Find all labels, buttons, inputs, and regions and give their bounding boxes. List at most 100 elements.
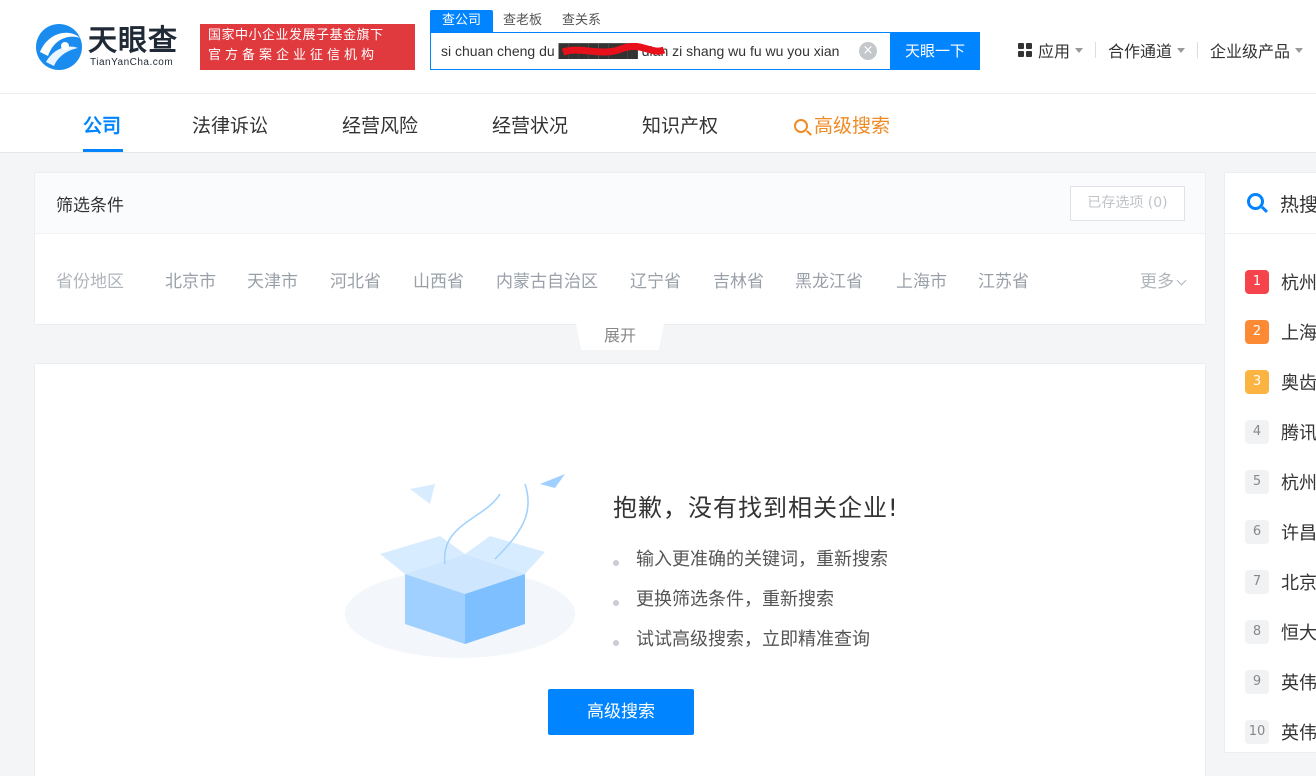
rank-badge: 1 — [1245, 270, 1269, 294]
filter-header: 筛选条件 已存选项 (0) — [35, 173, 1205, 234]
region-label: 省份地区 — [56, 272, 124, 292]
filter-title: 筛选条件 — [56, 196, 124, 216]
rank-badge: 9 — [1245, 670, 1269, 694]
region-option[interactable]: 江苏省 — [978, 267, 1029, 292]
hot-search-item[interactable]: 6 许昌 — [1245, 507, 1316, 557]
hot-search-item[interactable]: 4 腾讯 — [1245, 407, 1316, 457]
nav-enterprise-products[interactable]: 企业级产品 — [1210, 38, 1304, 62]
more-regions-button[interactable]: 更多 — [1140, 267, 1187, 292]
hot-item-name: 腾讯 — [1281, 423, 1316, 444]
hot-search-item[interactable]: 5 杭州 — [1245, 457, 1316, 507]
hot-item-name: 杭州 — [1281, 273, 1316, 294]
tab-advanced-label: 高级搜索 — [814, 115, 891, 137]
hot-item-name: 许昌 — [1281, 523, 1316, 544]
category-tabs: 公司 法律诉讼 经营风险 经营状况 知识产权 高级搜索 — [0, 94, 1316, 153]
no-results-title: 抱歉，没有找到相关企业! — [613, 494, 899, 522]
search-box: × — [430, 32, 890, 70]
suggestion-item: 试试高级搜索，立即精准查询 — [613, 620, 888, 660]
nav-cooperation[interactable]: 合作通道 — [1108, 38, 1186, 62]
nav-enterprise-label: 企业级产品 — [1210, 42, 1291, 61]
clear-search-icon[interactable]: × — [859, 42, 877, 60]
hot-search-title: 热搜 — [1280, 194, 1316, 216]
caret-down-icon — [1177, 47, 1186, 53]
hot-search-panel: 热搜 1 杭州 2 上海 3 奥齿 4 腾讯 5 杭州 6 许昌 7 北京 8 恒大 9 英伟 1… — [1224, 172, 1316, 753]
saved-options-button[interactable]: 已存选项 (0) — [1070, 186, 1185, 221]
tab-advanced-search[interactable]: 高级搜索 — [794, 111, 890, 138]
tab-business-risk[interactable]: 经营风险 — [342, 111, 418, 138]
eye-logo-icon — [36, 24, 82, 70]
search-icon — [794, 119, 808, 133]
redaction-scribble — [561, 43, 666, 56]
hot-search-list: 1 杭州 2 上海 3 奥齿 4 腾讯 5 杭州 6 许昌 7 北京 8 恒大 9 英伟 10 英伟 — [1245, 257, 1316, 757]
hot-search-item[interactable]: 7 北京 — [1245, 557, 1316, 607]
region-option[interactable]: 辽宁省 — [630, 267, 681, 292]
tab-litigation[interactable]: 法律诉讼 — [192, 111, 268, 138]
nav-apps-label: 应用 — [1038, 42, 1071, 61]
hot-search-header: 热搜 — [1225, 173, 1316, 234]
region-option[interactable]: 上海市 — [896, 267, 947, 292]
empty-result-panel: 抱歉，没有找到相关企业! 输入更准确的关键词，重新搜索 更换筛选条件，重新搜索 … — [34, 363, 1206, 776]
caret-down-icon — [1295, 47, 1304, 53]
region-option[interactable]: 黑龙江省 — [795, 267, 863, 292]
search-icon — [1247, 193, 1264, 210]
region-option[interactable]: 内蒙古自治区 — [496, 267, 598, 292]
hot-search-item[interactable]: 1 杭州 — [1245, 257, 1316, 307]
hot-search-item[interactable]: 2 上海 — [1245, 307, 1316, 357]
region-option[interactable]: 北京市 — [165, 267, 216, 292]
hot-item-name: 英伟 — [1281, 673, 1316, 694]
nav-cooperation-label: 合作通道 — [1108, 42, 1173, 61]
top-nav: 应用 合作通道 企业级产品 — [1018, 38, 1304, 62]
hot-search-item[interactable]: 9 英伟 — [1245, 657, 1316, 707]
suggestion-item: 更换筛选条件，重新搜索 — [613, 580, 888, 620]
hot-search-item[interactable]: 8 恒大 — [1245, 607, 1316, 657]
rank-badge: 7 — [1245, 570, 1269, 594]
tab-search-relation[interactable]: 查关系 — [552, 10, 611, 32]
tianyancha-logo[interactable]: 天眼查 TianYanCha.com — [34, 22, 194, 72]
tab-search-company[interactable]: 查公司 — [430, 10, 494, 32]
search-button[interactable]: 天眼一下 — [890, 32, 980, 70]
tab-company[interactable]: 公司 — [83, 111, 121, 138]
hot-item-name: 恒大 — [1281, 623, 1316, 644]
rank-badge: 5 — [1245, 470, 1269, 494]
badge-line-1: 国家中小企业发展子基金旗下 — [208, 28, 384, 43]
rank-badge: 6 — [1245, 520, 1269, 544]
rank-badge: 8 — [1245, 620, 1269, 644]
tab-business-status[interactable]: 经营状况 — [492, 111, 568, 138]
region-filter-row: 省份地区 北京市 天津市 河北省 山西省 内蒙古自治区 辽宁省 吉林省 黑龙江省… — [35, 267, 1205, 292]
hot-item-name: 杭州 — [1281, 473, 1316, 494]
nav-divider — [1095, 42, 1097, 58]
rank-badge: 10 — [1245, 720, 1269, 744]
logo-domain: TianYanCha.com — [90, 57, 174, 68]
chevron-down-icon — [1176, 275, 1187, 286]
rank-badge: 3 — [1245, 370, 1269, 394]
region-option[interactable]: 河北省 — [330, 267, 381, 292]
more-label: 更多 — [1140, 272, 1174, 292]
top-header: 天眼查 TianYanCha.com 国家中小企业发展子基金旗下 官方备案企业征… — [0, 0, 1316, 94]
suggestion-item: 输入更准确的关键词，重新搜索 — [613, 540, 888, 580]
tab-ip[interactable]: 知识产权 — [642, 111, 718, 138]
region-option[interactable]: 天津市 — [247, 267, 298, 292]
logo-text: 天眼查 — [88, 23, 179, 57]
hot-search-item[interactable]: 3 奥齿 — [1245, 357, 1316, 407]
suggestion-list: 输入更准确的关键词，重新搜索 更换筛选条件，重新搜索 试试高级搜索，立即精准查询 — [613, 540, 888, 660]
advanced-search-button[interactable]: 高级搜索 — [548, 689, 694, 735]
apps-grid-icon — [1018, 43, 1032, 57]
region-option[interactable]: 吉林省 — [713, 267, 764, 292]
caret-down-icon — [1075, 47, 1084, 53]
nav-apps[interactable]: 应用 — [1018, 38, 1084, 62]
rank-badge: 2 — [1245, 320, 1269, 344]
hot-item-name: 上海 — [1281, 323, 1316, 344]
rank-badge: 4 — [1245, 420, 1269, 444]
hot-item-name: 英伟 — [1281, 723, 1316, 744]
tab-search-boss[interactable]: 查老板 — [493, 10, 552, 32]
region-option[interactable]: 山西省 — [413, 267, 464, 292]
hot-search-item[interactable]: 10 英伟 — [1245, 707, 1316, 757]
expand-filters-button[interactable]: 展开 — [576, 324, 664, 350]
hot-item-name: 奥齿 — [1281, 373, 1316, 394]
active-tab-underline — [83, 149, 123, 152]
nav-divider — [1197, 42, 1199, 58]
filter-panel: 筛选条件 已存选项 (0) 省份地区 北京市 天津市 河北省 山西省 内蒙古自治… — [34, 172, 1206, 325]
official-badge: 国家中小企业发展子基金旗下 官方备案企业征信机构 — [200, 24, 415, 70]
empty-box-illustration — [345, 474, 575, 658]
badge-line-2: 官方备案企业征信机构 — [208, 48, 379, 63]
